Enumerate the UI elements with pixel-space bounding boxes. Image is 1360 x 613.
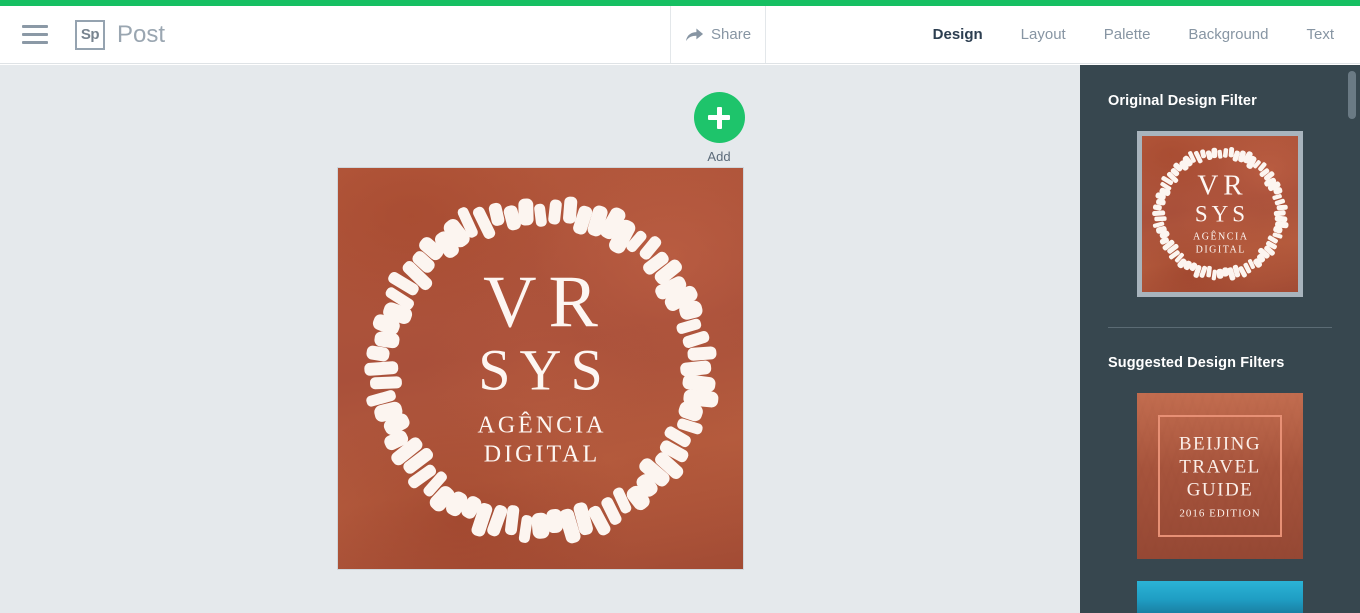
spark-logo-mark: Sp xyxy=(75,19,105,50)
app-header: Sp Post Share Design Layout Palette Back… xyxy=(0,6,1360,64)
tab-palette[interactable]: Palette xyxy=(1104,26,1151,43)
tab-design[interactable]: Design xyxy=(933,26,983,43)
sidebar-divider xyxy=(1108,327,1332,328)
thumbnail-subtitle-line-2: DIGITAL xyxy=(1195,244,1246,256)
tab-text[interactable]: Text xyxy=(1306,26,1334,43)
add-control-group: Add xyxy=(693,92,745,164)
header-spacer xyxy=(165,6,670,63)
dashed-circle-wreath-icon xyxy=(364,196,719,544)
beijing-edition-label: 2016 EDITION xyxy=(1179,507,1261,520)
beijing-line-2: TRAVEL xyxy=(1179,456,1261,478)
hamburger-menu-icon[interactable] xyxy=(22,25,48,44)
header-tabs: Design Layout Palette Background Text xyxy=(766,6,1360,63)
beijing-text-block: BEIJING TRAVEL GUIDE 2016 EDITION xyxy=(1137,433,1303,520)
thumbnail-text-block: VR SYS AGÊNCIA DIGITAL xyxy=(1142,171,1298,256)
sidebar-scrollbar[interactable] xyxy=(1348,71,1356,607)
thumbnail-title-line-1: VR xyxy=(1197,169,1248,202)
app-brand[interactable]: Sp Post xyxy=(75,19,166,50)
beijing-line-3: GUIDE xyxy=(1186,480,1254,502)
share-arrow-icon xyxy=(685,28,704,41)
header-left-group: Sp Post xyxy=(0,6,165,63)
share-label: Share xyxy=(711,26,752,43)
suggested-design-filters-heading: Suggested Design Filters xyxy=(1108,355,1285,371)
tab-background[interactable]: Background xyxy=(1188,26,1268,43)
page-title: Post xyxy=(117,20,166,48)
add-button[interactable] xyxy=(693,92,745,143)
filter-thumbnail-blue-ocean[interactable] xyxy=(1137,581,1303,613)
tab-layout[interactable]: Layout xyxy=(1021,26,1066,43)
plus-icon xyxy=(708,106,730,129)
sidebar-scrollbar-thumb[interactable] xyxy=(1348,71,1356,119)
spark-post-editor: Sp Post Share Design Layout Palette Back… xyxy=(0,0,1360,613)
top-accent-strip xyxy=(0,0,1360,6)
beijing-line-1: BEIJING xyxy=(1178,433,1262,455)
add-button-label: Add xyxy=(707,149,731,164)
original-design-filter-heading: Original Design Filter xyxy=(1108,93,1257,109)
sidebar-content: Original Design Filter VR SYS AGÊNCIA DI… xyxy=(1080,65,1360,613)
canvas-work-area: Add VR SYS AGÊNCIA DIGITAL xyxy=(0,65,1080,613)
design-filters-sidebar: Original Design Filter VR SYS AGÊNCIA DI… xyxy=(1080,65,1360,613)
artboard-canvas[interactable]: VR SYS AGÊNCIA DIGITAL xyxy=(337,167,744,570)
filter-thumbnail-vr-sys-original[interactable]: VR SYS AGÊNCIA DIGITAL xyxy=(1137,131,1303,297)
filter-thumbnail-beijing-travel-guide[interactable]: BEIJING TRAVEL GUIDE 2016 EDITION xyxy=(1137,393,1303,559)
thumbnail-subtitle-line-1: AGÊNCIA xyxy=(1193,231,1249,243)
share-button[interactable]: Share xyxy=(670,6,767,63)
thumbnail-title-line-2: SYS xyxy=(1194,201,1250,227)
